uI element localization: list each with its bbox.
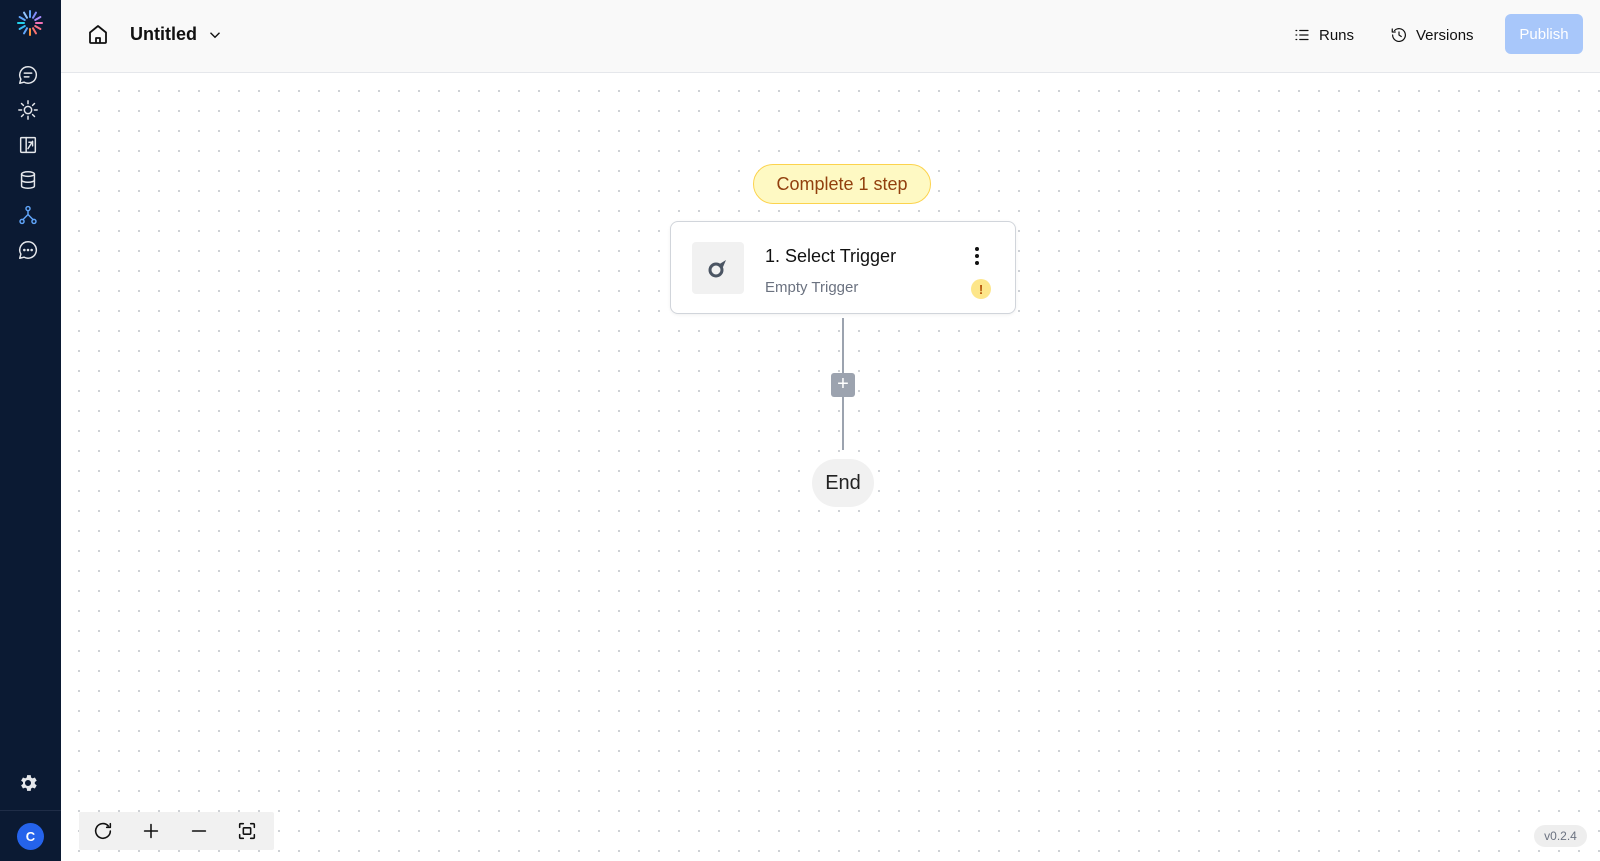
more-dot-icon <box>975 254 979 258</box>
message-dots-icon <box>19 241 38 259</box>
gear-icon <box>21 775 37 791</box>
sidebar: C <box>0 0 61 861</box>
app-logo[interactable] <box>15 8 45 38</box>
sidebar-item-agents[interactable] <box>16 98 40 122</box>
list-icon <box>1295 29 1309 41</box>
history-icon <box>1391 28 1406 42</box>
sidebar-item-flows[interactable] <box>16 203 40 227</box>
reset-view-button[interactable] <box>79 812 127 850</box>
database-icon <box>20 171 36 189</box>
sidebar-item-database[interactable] <box>16 168 40 192</box>
zoom-in-icon <box>143 823 159 839</box>
trigger-step-card[interactable]: 1. Select Trigger Empty Trigger ! <box>670 221 1016 314</box>
step-more-options-button[interactable] <box>967 244 987 268</box>
fit-view-button[interactable] <box>223 812 271 850</box>
flow-title[interactable]: Untitled <box>130 24 197 45</box>
sidebar-item-tables[interactable] <box>16 133 40 157</box>
reset-view-icon <box>94 822 112 840</box>
more-dot-icon <box>975 247 979 251</box>
app-version: v0.2.4 <box>1534 825 1587 847</box>
flows-icon <box>19 205 37 225</box>
runs-label: Runs <box>1319 26 1355 44</box>
sidebar-divider <box>0 810 61 811</box>
add-step-button[interactable]: + <box>831 373 855 397</box>
zoom-out-button[interactable] <box>175 812 223 850</box>
zoom-in-button[interactable] <box>127 812 175 850</box>
sun-icon <box>18 100 38 120</box>
end-node: End <box>812 459 874 507</box>
versions-label: Versions <box>1416 26 1474 44</box>
incomplete-steps-badge: Complete 1 step <box>753 164 931 204</box>
top-header: Untitled Runs Versions Publish <box>61 0 1600 73</box>
chat-icon <box>19 66 38 84</box>
home-button[interactable] <box>86 22 112 48</box>
zoom-out-icon <box>191 830 207 832</box>
fit-view-icon <box>238 822 256 840</box>
tables-icon <box>19 136 37 154</box>
title-menu-button[interactable] <box>206 26 224 44</box>
sidebar-item-chat[interactable] <box>16 63 40 87</box>
publish-button[interactable]: Publish <box>1505 14 1583 54</box>
home-icon <box>89 25 107 44</box>
trigger-subtitle: Empty Trigger <box>765 279 859 296</box>
canvas-controls <box>79 812 274 850</box>
connector-line <box>842 318 844 373</box>
runs-button[interactable]: Runs <box>1293 20 1354 50</box>
user-avatar[interactable]: C <box>17 823 44 850</box>
trigger-icon-box <box>692 242 744 294</box>
connector-line <box>842 397 844 450</box>
more-dot-icon <box>975 261 979 265</box>
sidebar-item-messages[interactable] <box>16 238 40 262</box>
chevron-down-icon <box>210 32 220 39</box>
settings-button[interactable] <box>16 771 40 795</box>
versions-button[interactable]: Versions <box>1390 20 1474 50</box>
warning-icon: ! <box>971 279 991 299</box>
trigger-title: 1. Select Trigger <box>765 246 897 266</box>
trigger-bolt-icon <box>708 260 726 278</box>
